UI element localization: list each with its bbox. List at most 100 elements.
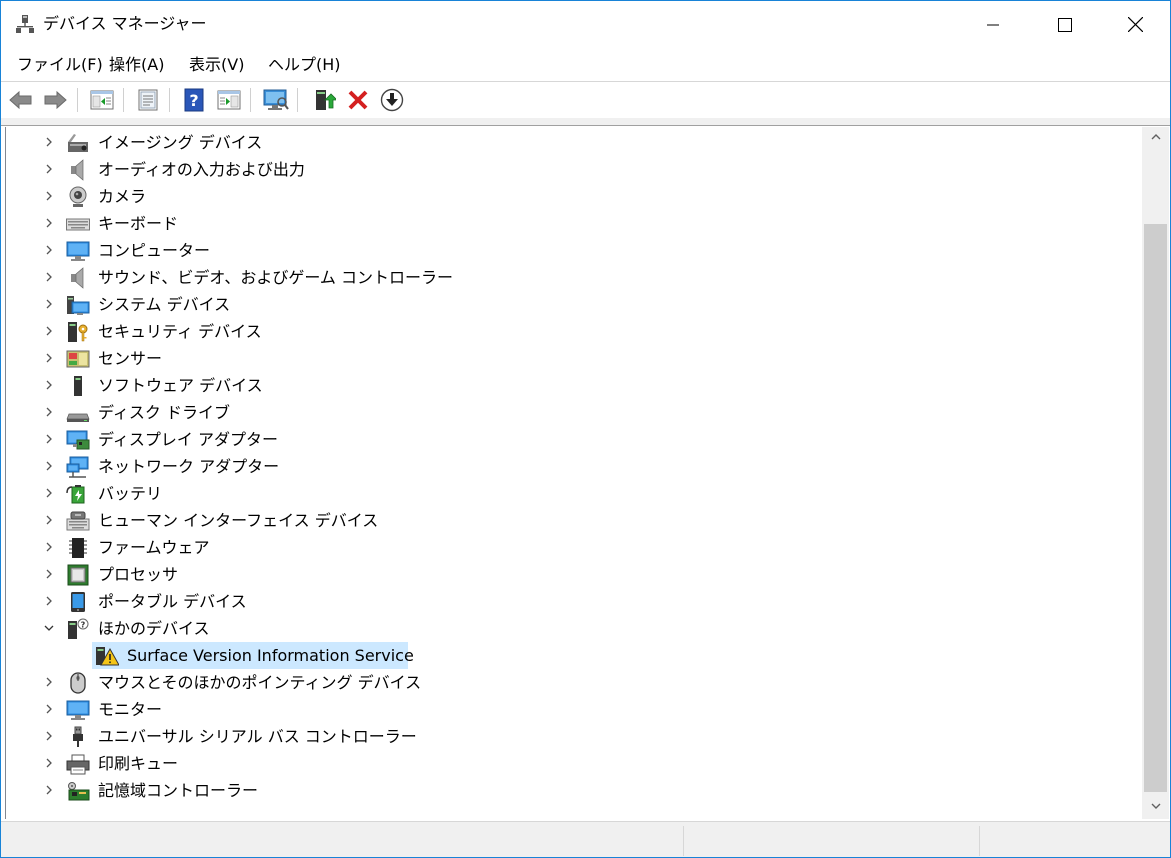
update-driver-button[interactable] [311,87,337,113]
tree-item-disk-drives[interactable]: ディスク ドライブ [6,399,1136,426]
forward-arrow-icon [44,90,67,110]
menu-action[interactable]: 操作(A) [107,54,166,76]
chevron-right-icon[interactable] [43,163,55,175]
tree-item-label: ネットワーク アダプター [98,457,280,476]
monitor-icon [66,700,90,720]
tree-item-camera[interactable]: カメラ [6,183,1136,210]
back-button[interactable] [8,87,34,113]
action-pane-button[interactable] [216,87,242,113]
tree-item-keyboard[interactable]: キーボード [6,210,1136,237]
chevron-right-icon[interactable] [43,784,55,796]
scan-hardware-button[interactable] [263,87,289,113]
chevron-down-icon[interactable] [43,622,55,634]
chevron-right-icon[interactable] [43,676,55,688]
chevron-right-icon[interactable] [43,595,55,607]
chevron-down-icon [1151,803,1160,809]
help-button[interactable]: ? [181,87,207,113]
tree-item-batteries[interactable]: バッテリ [6,480,1136,507]
chevron-right-icon[interactable] [43,433,55,445]
scroll-up-button[interactable] [1142,127,1169,147]
chevron-right-icon[interactable] [43,136,55,148]
tree-item-portable-devices[interactable]: ポータブル デバイス [6,588,1136,615]
scroll-thumb[interactable] [1144,224,1167,792]
chevron-right-icon[interactable] [43,352,55,364]
chevron-right-icon[interactable] [43,298,55,310]
chevron-right-icon[interactable] [43,190,55,202]
toolbar-bottom-band [1,118,1170,126]
properties-icon [138,89,158,111]
tree-item-display-adapters[interactable]: ディスプレイ アダプター [6,426,1136,453]
tree-item-usb-controllers[interactable]: ユニバーサル シリアル バス コントローラー [6,723,1136,750]
uninstall-device-button[interactable] [345,87,371,113]
tree-item-other-devices[interactable]: ? ほかのデバイス [6,615,1136,642]
tree-item-imaging-devices[interactable]: イメージング デバイス [6,129,1136,156]
forward-button[interactable] [42,87,68,113]
chevron-right-icon[interactable] [43,568,55,580]
chevron-right-icon[interactable] [43,379,55,391]
tree-item-label: ファームウェア [98,538,210,557]
chevron-right-icon[interactable] [43,244,55,256]
chevron-right-icon[interactable] [43,325,55,337]
chevron-right-icon[interactable] [43,730,55,742]
device-tree[interactable]: イメージング デバイス オーディオの入力および出力 カメラ キーボード コンピュ… [5,127,1141,819]
menu-view[interactable]: 表示(V) [187,54,246,76]
menu-bar: ファイル(F) 操作(A) 表示(V) ヘルプ(H) [1,49,1170,81]
tree-item-security-devices[interactable]: セキュリティ デバイス [6,318,1136,345]
chevron-right-icon[interactable] [43,703,55,715]
tree-item-audio-io[interactable]: オーディオの入力および出力 [6,156,1136,183]
toolbar-separator [77,88,78,112]
chevron-right-icon[interactable] [43,217,55,229]
chevron-right-icon[interactable] [43,406,55,418]
chevron-right-icon[interactable] [43,757,55,769]
tree-item-software-devices[interactable]: ソフトウェア デバイス [6,372,1136,399]
battery-icon [66,485,85,504]
status-pane-right [979,826,1169,856]
chevron-right-icon[interactable] [43,514,55,526]
tree-item-network-adapters[interactable]: ネットワーク アダプター [6,453,1136,480]
tree-item-mice[interactable]: マウスとそのほかのポインティング デバイス [6,669,1136,696]
uninstall-x-icon [348,90,368,110]
tree-item-label: システム デバイス [98,295,231,314]
minimize-button[interactable] [970,1,1016,48]
tree-item-computer[interactable]: コンピューター [6,237,1136,264]
menu-help[interactable]: ヘルプ(H) [266,54,343,76]
tree-item-storage-controllers[interactable]: 記憶域コントローラー [6,777,1136,804]
tree-item-label: モニター [98,700,163,719]
vertical-scrollbar[interactable] [1142,127,1169,819]
chevron-right-icon[interactable] [43,271,55,283]
show-hide-tree-button[interactable] [89,87,115,113]
printer-icon [66,754,90,775]
close-button[interactable] [1112,1,1158,48]
camera-scanner-icon [68,134,88,152]
tree-item-print-queues[interactable]: 印刷キュー [6,750,1136,777]
menu-file[interactable]: ファイル(F) [15,54,105,76]
disable-device-button[interactable] [379,87,405,113]
tree-item-firmware[interactable]: ファームウェア [6,534,1136,561]
toolbar-separator [123,88,124,112]
window-title: デバイス マネージャー [43,14,207,33]
tree-item-label: ディスク ドライブ [98,403,230,422]
title-bar[interactable]: デバイス マネージャー [1,1,1170,48]
tree-item-sensors[interactable]: センサー [6,345,1136,372]
device-manager-window: デバイス マネージャー ファイル(F) 操作(A) 表示(V) ヘルプ(H) ?… [0,0,1171,858]
tree-item-sound-video-game[interactable]: サウンド、ビデオ、およびゲーム コントローラー [6,264,1136,291]
tree-item-label: コンピューター [98,241,211,260]
chevron-right-icon[interactable] [43,487,55,499]
toolbar-separator [250,88,251,112]
tree-item-surface-version-info[interactable]: Surface Version Information Service [6,642,1136,669]
minimize-icon [987,24,999,25]
tree-item-hid[interactable]: ヒューマン インターフェイス デバイス [6,507,1136,534]
close-icon [1127,17,1143,32]
chevron-right-icon[interactable] [43,460,55,472]
chevron-right-icon[interactable] [43,541,55,553]
firmware-icon [69,538,87,558]
tree-item-processors[interactable]: プロセッサ [6,561,1136,588]
chevron-up-icon [1151,134,1160,140]
tree-item-system-devices[interactable]: システム デバイス [6,291,1136,318]
tree-item-monitors[interactable]: モニター [6,696,1136,723]
disk-drive-icon [66,413,90,422]
scroll-down-button[interactable] [1142,795,1169,817]
tree-item-label: ソフトウェア デバイス [98,376,263,395]
properties-button[interactable] [135,87,161,113]
maximize-button[interactable] [1042,1,1088,48]
